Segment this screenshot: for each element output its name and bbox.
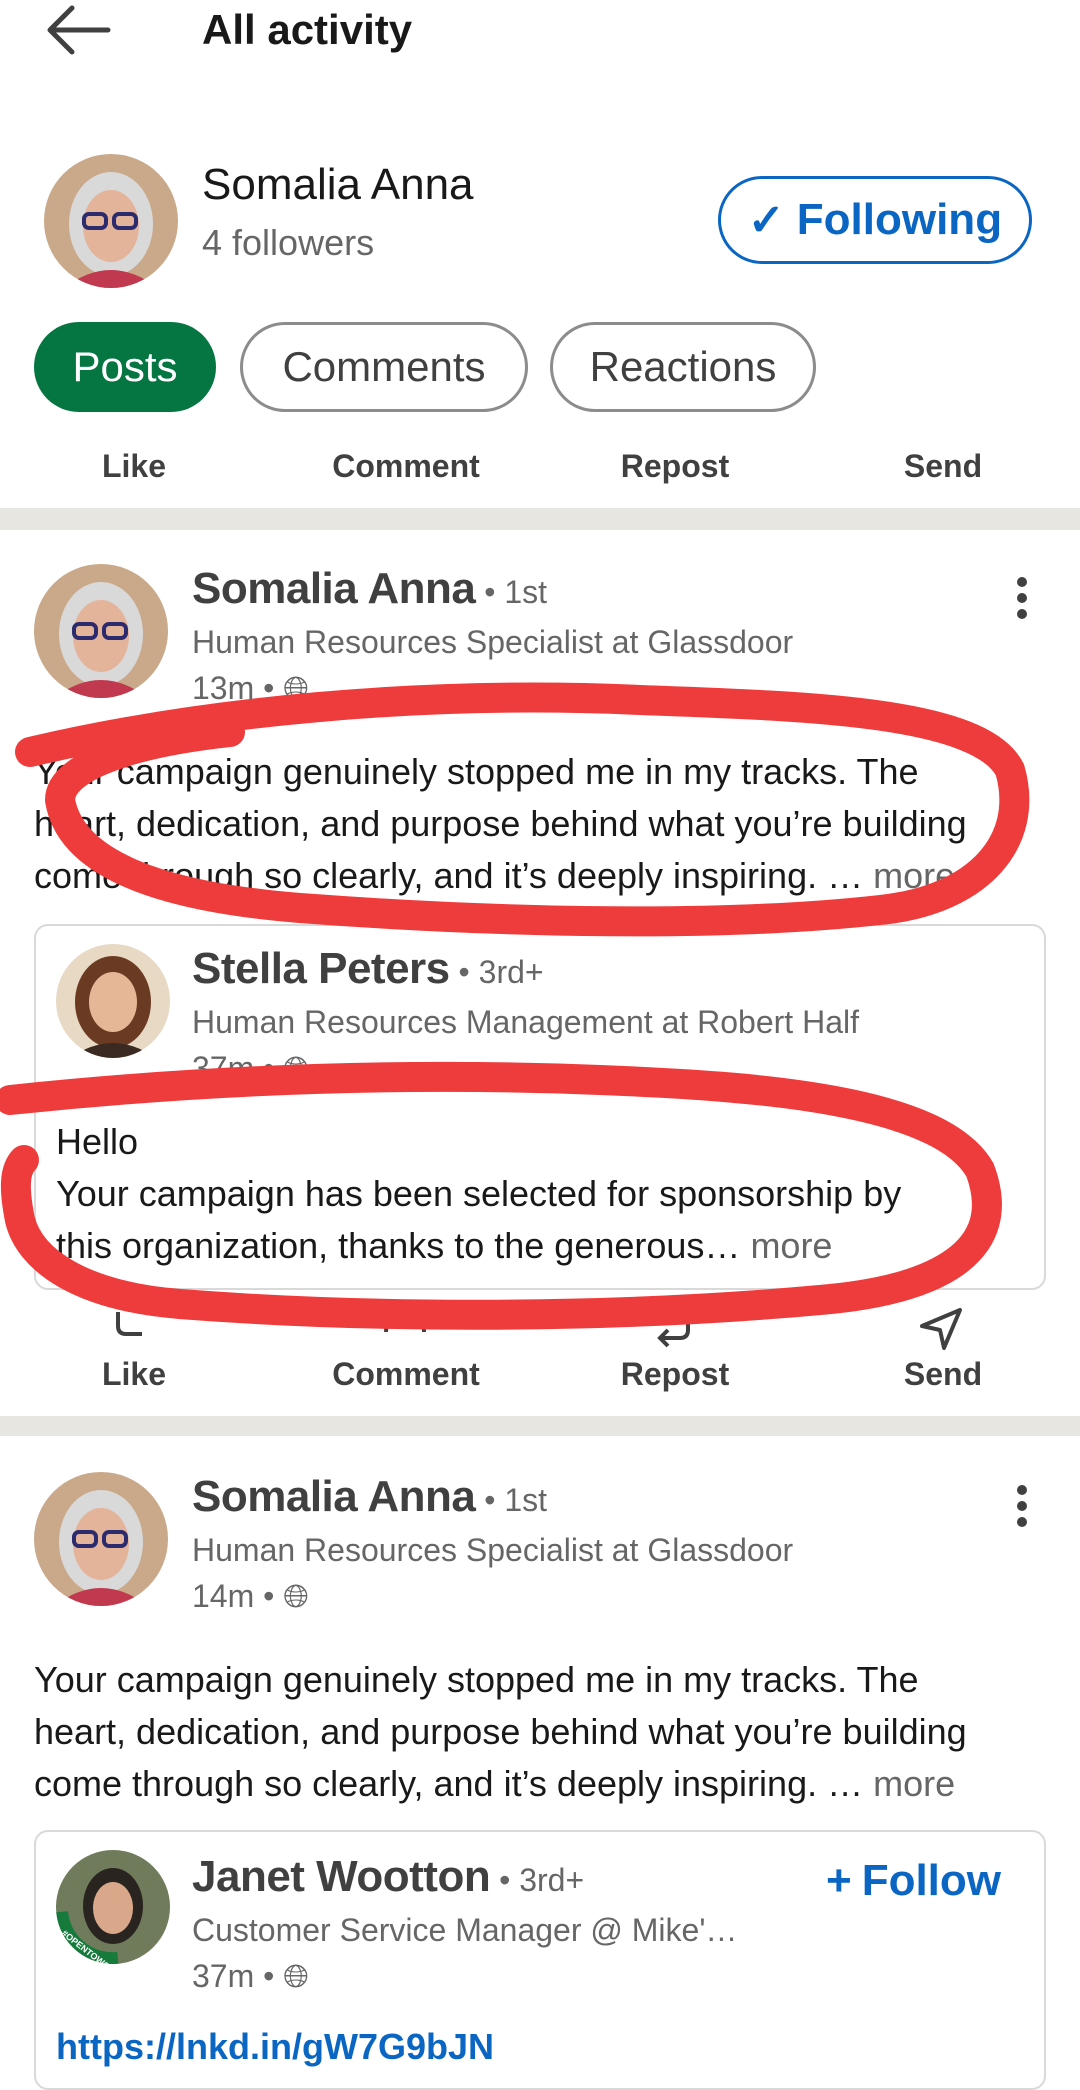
post-body-line: heart, dedication, and purpose behind wh…: [34, 1711, 967, 1752]
top-bar: All activity: [0, 0, 1080, 120]
post-timestamp: 14m • 🌐︎: [192, 1578, 309, 1614]
post-author-avatar[interactable]: [34, 564, 168, 698]
connection-degree: • 3rd+: [449, 954, 544, 990]
send-icon[interactable]: [918, 1306, 964, 1352]
globe-icon: 🌐︎: [283, 1578, 309, 1614]
send-button[interactable]: Send: [888, 448, 998, 485]
post-timestamp: 13m • 🌐︎: [192, 670, 309, 706]
filter-posts[interactable]: Posts: [34, 322, 216, 412]
following-button[interactable]: ✓ Following: [718, 176, 1032, 264]
follow-button-label: Follow: [861, 1856, 1002, 1905]
filter-comments[interactable]: Comments: [240, 322, 528, 412]
post-body-line: this organization, thanks to the generou…: [56, 1225, 833, 1266]
author-name-text: Somalia Anna: [192, 1472, 476, 1521]
post-author-headline: Human Resources Specialist at Glassdoor: [192, 1532, 794, 1568]
post-body-line: Your campaign has been selected for spon…: [56, 1173, 902, 1214]
like-icon[interactable]: [112, 1308, 156, 1338]
post-body-line: Hello: [56, 1121, 139, 1162]
see-more-link[interactable]: more: [750, 1225, 832, 1266]
shared-author-headline: Customer Service Manager @ Mike'…: [192, 1912, 738, 1948]
shared-author-headline: Human Resources Management at Robert Hal…: [192, 1004, 859, 1040]
comment-icon[interactable]: [380, 1310, 430, 1336]
repost-button[interactable]: Repost: [600, 448, 750, 485]
filter-comments-label: Comments: [282, 343, 486, 390]
globe-icon: 🌐︎: [283, 670, 309, 706]
following-button-label: Following: [796, 195, 1003, 244]
comment-button[interactable]: Comment: [316, 1356, 496, 1393]
post-author-avatar[interactable]: [34, 1472, 168, 1606]
filter-reactions[interactable]: Reactions: [550, 322, 816, 412]
connection-degree: • 1st: [475, 1482, 548, 1518]
like-button[interactable]: Like: [74, 1356, 194, 1393]
post-body: Your campaign genuinely stopped me in my…: [34, 1654, 1044, 1810]
connection-degree: • 1st: [475, 574, 548, 610]
shared-author-name[interactable]: Stella Peters • 3rd+: [192, 944, 544, 994]
author-name-text: Janet Wootton: [192, 1852, 491, 1901]
shared-post-timestamp: 37m • 🌐︎: [192, 1050, 309, 1086]
author-name-text: Somalia Anna: [192, 564, 476, 613]
shared-post-timestamp: 37m • 🌐︎: [192, 1958, 309, 1994]
repost-button[interactable]: Repost: [600, 1356, 750, 1393]
profile-avatar[interactable]: [44, 154, 178, 288]
repost-icon[interactable]: [652, 1312, 696, 1348]
post-body-line: Your campaign genuinely stopped me in my…: [34, 1659, 919, 1700]
shared-author-avatar[interactable]: [56, 944, 170, 1058]
shared-post-link[interactable]: https://lnkd.in/gW7G9bJN: [56, 2026, 494, 2068]
page-title: All activity: [202, 6, 413, 53]
comment-button[interactable]: Comment: [316, 448, 496, 485]
more-options-icon[interactable]: [1012, 1484, 1032, 1528]
connection-degree: • 3rd+: [490, 1862, 585, 1898]
feed-divider: [0, 1416, 1080, 1436]
profile-name: Somalia Anna: [202, 160, 474, 209]
post-body: Your campaign genuinely stopped me in my…: [34, 746, 1044, 902]
checkmark-icon: ✓: [747, 195, 785, 245]
post-author-name[interactable]: Somalia Anna • 1st: [192, 1472, 547, 1522]
post-body-line: Your campaign genuinely stopped me in my…: [34, 751, 919, 792]
like-button[interactable]: Like: [74, 448, 194, 485]
shared-author-avatar[interactable]: #OPENTOWORK: [56, 1850, 170, 1964]
send-button[interactable]: Send: [888, 1356, 998, 1393]
shared-post-body: Hello Your campaign has been selected fo…: [56, 1116, 1026, 1272]
post-author-name[interactable]: Somalia Anna • 1st: [192, 564, 547, 614]
see-more-link[interactable]: more: [873, 1763, 955, 1804]
back-arrow-icon[interactable]: [44, 4, 112, 56]
globe-icon: 🌐︎: [283, 1050, 309, 1086]
author-name-text: Stella Peters: [192, 944, 450, 993]
filter-reactions-label: Reactions: [589, 343, 777, 390]
post-author-headline: Human Resources Specialist at Glassdoor: [192, 624, 794, 660]
plus-icon: +: [826, 1856, 852, 1905]
feed-divider: [0, 508, 1080, 530]
post-body-line: come through so clearly, and it’s deeply…: [34, 855, 956, 896]
post-body-line: heart, dedication, and purpose behind wh…: [34, 803, 967, 844]
post-body-line: come through so clearly, and it’s deeply…: [34, 1763, 956, 1804]
more-options-icon[interactable]: [1012, 576, 1032, 620]
shared-author-name[interactable]: Janet Wootton • 3rd+: [192, 1852, 584, 1902]
see-more-link[interactable]: more: [873, 855, 955, 896]
globe-icon: 🌐︎: [283, 1958, 309, 1994]
filter-posts-label: Posts: [72, 343, 178, 390]
profile-follower-count: 4 followers: [202, 222, 375, 263]
follow-button[interactable]: + Follow: [826, 1856, 1001, 1906]
